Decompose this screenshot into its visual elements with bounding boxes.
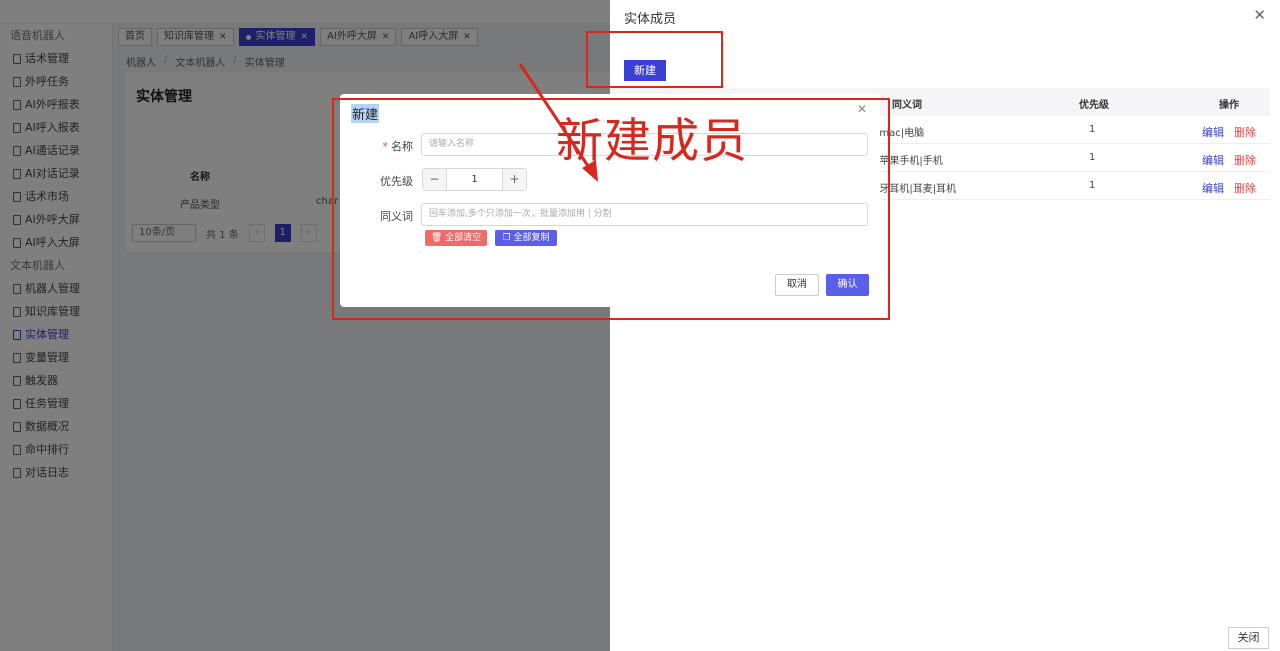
delete-link[interactable]: 删除 bbox=[1234, 124, 1256, 140]
column-header-ops: 操作 bbox=[1219, 100, 1239, 111]
priority-cell: 1 bbox=[1089, 124, 1096, 135]
delete-link[interactable]: 删除 bbox=[1234, 152, 1256, 168]
delete-link[interactable]: 删除 bbox=[1234, 180, 1256, 196]
edit-link[interactable]: 编辑 bbox=[1202, 180, 1224, 196]
drawer-title: 实体成员 bbox=[624, 12, 677, 27]
drawer-close-button[interactable]: 关闭 bbox=[1228, 627, 1269, 649]
annotation-box-new-button bbox=[586, 31, 723, 88]
annotation-text: 新建成员 bbox=[556, 114, 748, 169]
column-header-priority: 优先级 bbox=[1079, 100, 1109, 111]
priority-cell: 1 bbox=[1089, 180, 1096, 191]
edit-link[interactable]: 编辑 bbox=[1202, 124, 1224, 140]
column-header-synonyms: 同义词 bbox=[892, 100, 922, 111]
edit-link[interactable]: 编辑 bbox=[1202, 152, 1224, 168]
drawer-close-icon[interactable]: ✕ bbox=[1253, 6, 1266, 24]
priority-cell: 1 bbox=[1089, 152, 1096, 163]
